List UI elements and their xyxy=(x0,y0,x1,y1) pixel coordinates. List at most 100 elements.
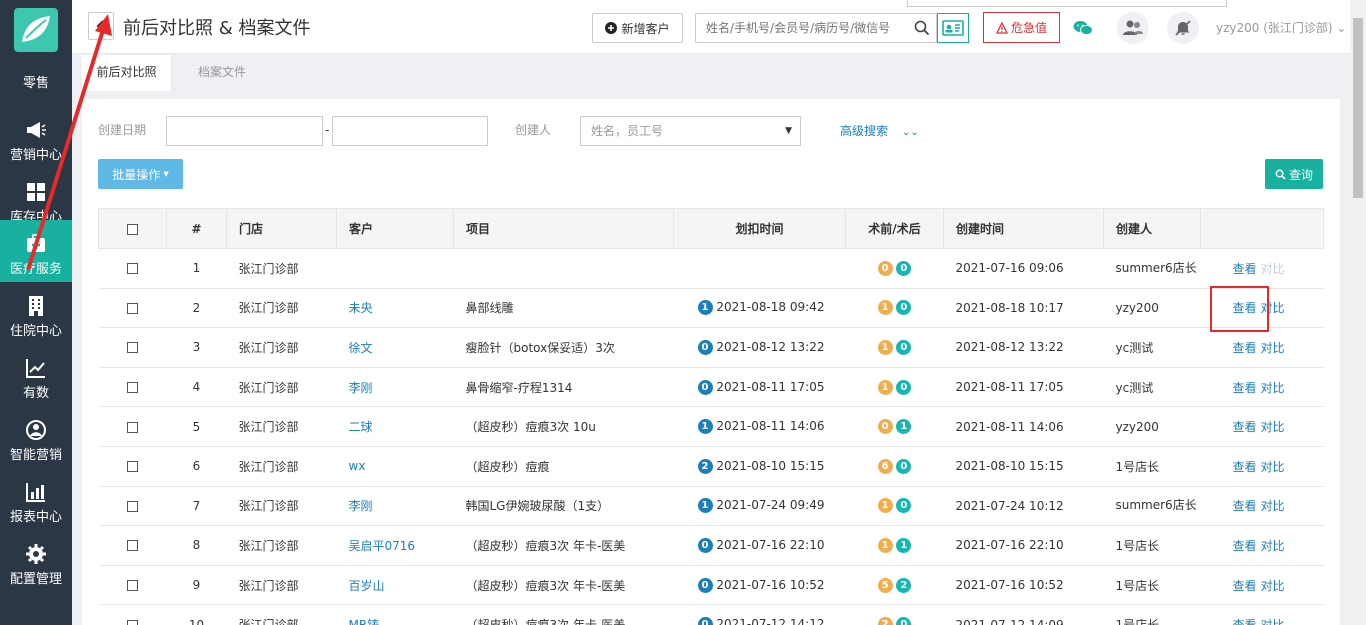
view-link[interactable]: 查看 xyxy=(1233,262,1257,276)
customer-link[interactable]: MR铸 xyxy=(349,618,380,625)
user-menu[interactable]: yzy200 (张江门诊部) ⌄ xyxy=(1216,19,1346,36)
select-all-header xyxy=(98,208,167,249)
start-date-input[interactable] xyxy=(166,116,323,146)
view-link[interactable]: 查看 xyxy=(1233,539,1257,553)
customer-link[interactable]: 李刚 xyxy=(349,381,373,395)
customer-link[interactable]: 李刚 xyxy=(349,499,373,513)
compare-link[interactable]: 对比 xyxy=(1261,579,1285,593)
compare-link[interactable]: 对比 xyxy=(1261,539,1285,553)
wechat-button[interactable] xyxy=(1067,12,1099,44)
bar-chart-icon xyxy=(26,483,45,502)
nav-medical-service[interactable]: 医疗服务 xyxy=(0,220,72,282)
row-customer-cell xyxy=(336,248,454,289)
row-pre-post-cell: 1 0 xyxy=(845,327,944,368)
row-checkbox[interactable] xyxy=(127,540,138,552)
nav-analytics[interactable]: 有数 xyxy=(0,344,72,406)
row-checkbox[interactable] xyxy=(127,342,138,354)
pre-op-count-badge: 0 xyxy=(877,260,893,276)
view-link[interactable]: 查看 xyxy=(1233,420,1257,434)
nav-report-center[interactable]: 报表中心 xyxy=(0,468,72,530)
row-project xyxy=(453,248,674,289)
creator-placeholder: 姓名，员工号 xyxy=(591,124,664,138)
created-date-label: 创建日期 xyxy=(98,123,147,137)
nav-settings[interactable]: 配置管理 xyxy=(0,530,72,592)
team-button[interactable] xyxy=(1117,12,1149,44)
tab-before-after-photos[interactable]: 前后对比照 xyxy=(82,55,172,91)
customer-link[interactable]: wx xyxy=(349,459,366,473)
compare-link[interactable]: 对比 xyxy=(1261,618,1285,625)
grid-icon xyxy=(27,183,45,201)
row-checkbox[interactable] xyxy=(127,461,138,473)
app-logo-icon[interactable] xyxy=(14,8,58,52)
scrollbar-thumb[interactable] xyxy=(1353,18,1363,198)
caret-down-icon: ▼ xyxy=(785,126,792,136)
nav-inpatient-center[interactable]: 住院中心 xyxy=(0,282,72,344)
notifications-button[interactable] xyxy=(1167,12,1199,44)
view-link[interactable]: 查看 xyxy=(1233,499,1257,513)
nav-retail[interactable]: 零售 xyxy=(0,54,72,106)
customer-link[interactable]: 吴启平0716 xyxy=(349,539,416,553)
row-checkbox[interactable] xyxy=(127,421,138,433)
nav-smart-marketing[interactable]: 智能营销 xyxy=(0,406,72,468)
customer-link[interactable]: 百岁山 xyxy=(349,579,385,593)
table-row: 8 张江门诊部 吴启平0716 （超皮秒）痘痕3次 年卡-医美 0 2021-07-16… xyxy=(98,525,1324,566)
compare-link[interactable]: 对比 xyxy=(1261,381,1285,395)
select-all-checkbox[interactable] xyxy=(127,223,138,235)
back-button[interactable] xyxy=(88,12,114,40)
row-created-time: 2021-08-10 15:15 xyxy=(943,446,1104,487)
compare-link[interactable]: 对比 xyxy=(1261,420,1285,434)
row-creator: yc测试 xyxy=(1103,367,1201,408)
vertical-scrollbar[interactable] xyxy=(1350,0,1366,625)
customer-search xyxy=(695,13,937,43)
row-actions: 查看对比 xyxy=(1200,486,1324,527)
customer-link[interactable]: 未央 xyxy=(349,301,373,315)
row-checkbox[interactable] xyxy=(127,302,138,314)
pre-op-count-badge: 1 xyxy=(877,300,893,316)
query-button[interactable]: 查询 xyxy=(1265,159,1323,189)
view-link[interactable]: 查看 xyxy=(1233,618,1257,625)
end-date-input[interactable] xyxy=(332,116,488,146)
nav-marketing-center[interactable]: 营销中心 xyxy=(0,106,72,168)
row-project: 韩国LG伊婉玻尿酸（1支） xyxy=(453,486,674,527)
row-checkbox[interactable] xyxy=(127,500,138,512)
table-row: 9 张江门诊部 百岁山 （超皮秒）痘痕3次 年卡-医美 0 2021-07-16 10:… xyxy=(98,565,1324,606)
row-creator: yzy200 xyxy=(1103,288,1201,329)
row-checkbox[interactable] xyxy=(127,263,138,275)
danger-value-button[interactable]: 危急值 xyxy=(983,12,1060,43)
compare-link[interactable]: 对比 xyxy=(1261,499,1285,513)
view-link[interactable]: 查看 xyxy=(1233,579,1257,593)
view-link[interactable]: 查看 xyxy=(1233,341,1257,355)
deduct-count-badge: 1 xyxy=(697,300,713,316)
post-op-count-badge: 1 xyxy=(896,537,912,553)
compare-link[interactable]: 对比 xyxy=(1261,460,1285,474)
customer-link[interactable]: 徐文 xyxy=(349,341,373,355)
tab-bar: 前后对比照 档案文件 xyxy=(72,55,1350,91)
view-link[interactable]: 查看 xyxy=(1233,460,1257,474)
row-checkbox[interactable] xyxy=(127,619,138,625)
row-index: 3 xyxy=(166,327,227,368)
customer-search-input[interactable] xyxy=(696,14,906,42)
row-checkbox[interactable] xyxy=(127,580,138,592)
batch-operation-button[interactable]: 批量操作 ▼ xyxy=(98,159,183,189)
row-index: 8 xyxy=(166,525,227,566)
view-link[interactable]: 查看 xyxy=(1233,381,1257,395)
new-customer-button[interactable]: 新增客户 xyxy=(592,13,683,43)
creator-select[interactable]: 姓名，员工号 ▼ xyxy=(580,116,801,146)
double-chevron-down-icon: ⌄⌄ xyxy=(901,127,919,138)
advanced-search-toggle[interactable]: 高级搜索 ⌄⌄ xyxy=(840,122,919,139)
header-created-time: 创建时间 xyxy=(943,208,1104,249)
pre-op-count-badge: 1 xyxy=(877,379,893,395)
search-icon xyxy=(1275,169,1286,180)
table-row: 4 张江门诊部 李刚 鼻骨缩窄-疗程1314 0 2021-08-11 17:05 1 0… xyxy=(98,367,1324,408)
row-creator: 1号店长 xyxy=(1103,446,1201,487)
search-icon[interactable] xyxy=(914,20,930,36)
row-pre-post-cell: 1 0 xyxy=(845,486,944,527)
row-pre-post-cell: 0 1 xyxy=(845,406,944,447)
customer-link[interactable]: 二球 xyxy=(349,420,373,434)
compare-link[interactable]: 对比 xyxy=(1261,341,1285,355)
tab-archive-files[interactable]: 档案文件 xyxy=(172,55,272,91)
compare-link[interactable]: 对比 xyxy=(1261,262,1285,276)
id-card-button[interactable] xyxy=(937,13,969,43)
row-checkbox[interactable] xyxy=(127,382,138,394)
row-pre-post-cell: 0 0 xyxy=(845,248,944,289)
